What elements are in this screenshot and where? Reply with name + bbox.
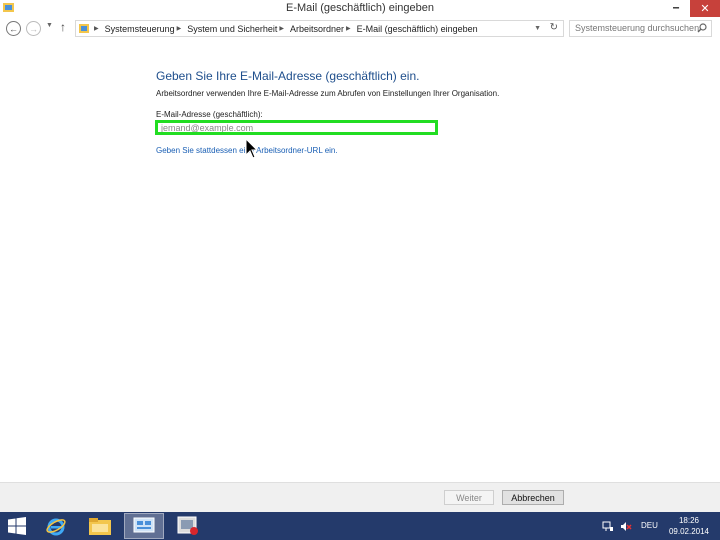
breadcrumb-separator-icon: ▶ bbox=[94, 26, 99, 32]
breadcrumb-separator-icon: ▶ bbox=[176, 26, 182, 32]
search-icon[interactable] bbox=[697, 23, 707, 33]
windows-logo-icon bbox=[8, 517, 26, 535]
volume-muted-icon[interactable] bbox=[620, 521, 632, 532]
taskbar-internet-explorer[interactable] bbox=[38, 513, 74, 539]
breadcrumb-arbeitsordner[interactable]: Arbeitsordner bbox=[290, 24, 344, 34]
navigation-bar: ← → ▼ ↑ ▶ Systemsteuerung ▶ System und S… bbox=[0, 18, 720, 40]
address-history-dropdown[interactable]: ▼ bbox=[534, 25, 541, 32]
clock-time: 18:26 bbox=[678, 516, 700, 525]
internet-explorer-icon bbox=[46, 518, 66, 536]
language-indicator[interactable]: DEU bbox=[641, 521, 658, 530]
next-button[interactable]: Weiter bbox=[444, 490, 494, 505]
email-input[interactable] bbox=[155, 120, 438, 135]
title-bar: E-Mail (geschäftlich) eingeben 🗕 ✕ bbox=[0, 0, 720, 17]
back-button[interactable]: ← bbox=[6, 21, 21, 36]
breadcrumb-systemsteuerung[interactable]: Systemsteuerung bbox=[105, 24, 175, 34]
taskbar-control-panel[interactable] bbox=[124, 513, 164, 539]
breadcrumb-current-page[interactable]: E-Mail (geschäftlich) eingeben bbox=[357, 24, 478, 34]
screen-recorder-icon bbox=[177, 516, 198, 535]
search-box[interactable]: Systemsteuerung durchsuchen bbox=[569, 20, 712, 37]
folder-icon bbox=[89, 518, 111, 535]
page-heading: Geben Sie Ihre E-Mail-Adresse (geschäftl… bbox=[156, 69, 420, 83]
cancel-button[interactable]: Abbrechen bbox=[502, 490, 564, 505]
clock[interactable]: 18:26 09.02.2014 bbox=[664, 515, 714, 537]
taskbar-recording-app[interactable] bbox=[170, 513, 206, 539]
clock-date: 09.02.2014 bbox=[668, 527, 710, 536]
forward-button[interactable]: → bbox=[26, 21, 41, 36]
taskbar: DEU 18:26 09.02.2014 bbox=[0, 512, 720, 540]
page-description: Arbeitsordner verwenden Ihre E-Mail-Adre… bbox=[156, 89, 500, 98]
network-icon[interactable] bbox=[602, 521, 614, 532]
minimize-button[interactable]: 🗕 bbox=[663, 0, 689, 17]
search-placeholder[interactable]: Systemsteuerung durchsuchen bbox=[575, 23, 699, 33]
recent-locations-dropdown[interactable]: ▼ bbox=[46, 22, 53, 29]
taskbar-file-explorer[interactable] bbox=[82, 513, 118, 539]
window-title: E-Mail (geschäftlich) eingeben bbox=[286, 2, 434, 14]
mouse-cursor-icon bbox=[245, 138, 259, 159]
control-panel-icon bbox=[133, 517, 155, 533]
control-panel-icon bbox=[79, 24, 89, 33]
up-button[interactable]: ↑ bbox=[60, 20, 66, 34]
dialog-button-bar: Weiter Abbrechen bbox=[0, 482, 720, 513]
breadcrumb-separator-icon: ▶ bbox=[346, 26, 351, 32]
refresh-icon[interactable]: ↻ bbox=[550, 22, 558, 33]
breadcrumb-separator-icon: ▶ bbox=[279, 26, 284, 32]
close-button[interactable]: ✕ bbox=[690, 0, 720, 17]
start-button[interactable] bbox=[0, 513, 34, 539]
email-label: E-Mail-Adresse (geschäftlich): bbox=[156, 110, 263, 119]
breadcrumb-system-und-sicherheit[interactable]: System und Sicherheit bbox=[187, 24, 277, 34]
address-bar[interactable]: ▶ Systemsteuerung ▶ System und Sicherhei… bbox=[75, 20, 564, 37]
